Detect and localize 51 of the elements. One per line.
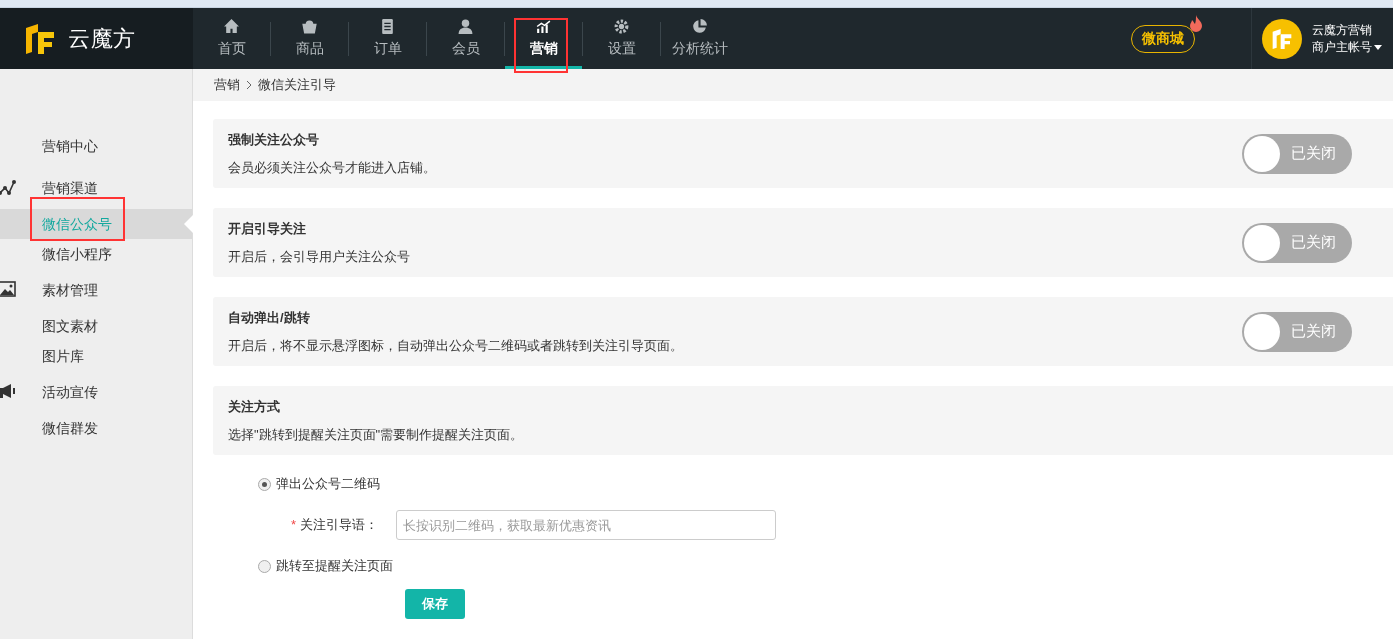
chevron-right-icon [246, 80, 252, 90]
sidebar-section[interactable]: 营销中心 [42, 135, 98, 157]
pie-chart-icon [691, 18, 708, 35]
nav-tab[interactable]: 首页 [193, 8, 270, 69]
document-icon [379, 18, 396, 35]
sidebar-section[interactable]: 营销渠道 [42, 177, 98, 199]
nodes-icon [0, 179, 16, 197]
radio-button[interactable] [258, 559, 271, 573]
input-field[interactable]: 长按识别二维码，获取最新优惠资讯 [396, 510, 777, 540]
nav-tab[interactable]: 订单 [349, 8, 426, 69]
setting-description: 会员必须关注公众号才能进入店铺。 [228, 158, 437, 177]
setting-title: 自动弹出/跳转 [228, 309, 311, 327]
sidebar-section[interactable]: 素材管理 [42, 279, 98, 301]
home-icon [223, 18, 240, 35]
radio-button[interactable] [258, 477, 271, 491]
image-icon [0, 281, 16, 297]
field-label: 关注引导语： [300, 516, 380, 535]
account-role: 商户主帐号 [1312, 38, 1372, 56]
gear-icon [613, 18, 630, 35]
setting-title: 开启引导关注 [228, 220, 307, 238]
nav-tab[interactable]: 商品 [271, 8, 348, 69]
caret-icon[interactable] [1374, 44, 1382, 50]
account-name: 云魔方营销 [1312, 21, 1373, 39]
pointer-notch-icon [184, 215, 193, 233]
sidebar-item[interactable]: 微信群发 [42, 417, 98, 439]
toggle-knob [1244, 135, 1280, 172]
setting-title: 关注方式 [228, 398, 281, 416]
setting-description: 选择"跳转到提醒关注页面"需要制作提醒关注页面。 [228, 425, 525, 444]
sidebar-section[interactable]: 活动宣传 [42, 381, 98, 403]
toggle-knob [1244, 224, 1280, 261]
flame-icon [1189, 14, 1203, 33]
sidebar-item[interactable]: 微信小程序 [42, 243, 112, 265]
toggle-knob [1244, 313, 1280, 350]
megaphone-icon [0, 383, 16, 399]
radio-label[interactable]: 跳转至提醒关注页面 [276, 556, 393, 576]
nav-tab[interactable]: 会员 [427, 8, 504, 69]
setting-description: 开启后，会引导用户关注公众号 [228, 247, 411, 266]
person-icon [457, 18, 474, 35]
breadcrumb-item: 微信关注引导 [258, 76, 336, 95]
sidebar-item[interactable]: 图片库 [42, 345, 84, 367]
radio-label[interactable]: 弹出公众号二维码 [276, 474, 380, 494]
brand-name: 云魔方 [68, 25, 136, 53]
nav-tab[interactable]: 分析统计 [661, 8, 738, 69]
sidebar-item[interactable]: 图文素材 [42, 315, 98, 337]
setting-title: 强制关注公众号 [228, 131, 320, 149]
nav-tab[interactable]: 设置 [583, 8, 660, 69]
setting-description: 开启后，将不显示悬浮图标，自动弹出公众号二维码或者跳转到关注引导页面。 [228, 336, 684, 355]
chart-icon [535, 18, 552, 35]
breadcrumb-item[interactable]: 营销 [214, 75, 240, 95]
required-mark: * [291, 516, 297, 535]
basket-icon [301, 18, 318, 35]
